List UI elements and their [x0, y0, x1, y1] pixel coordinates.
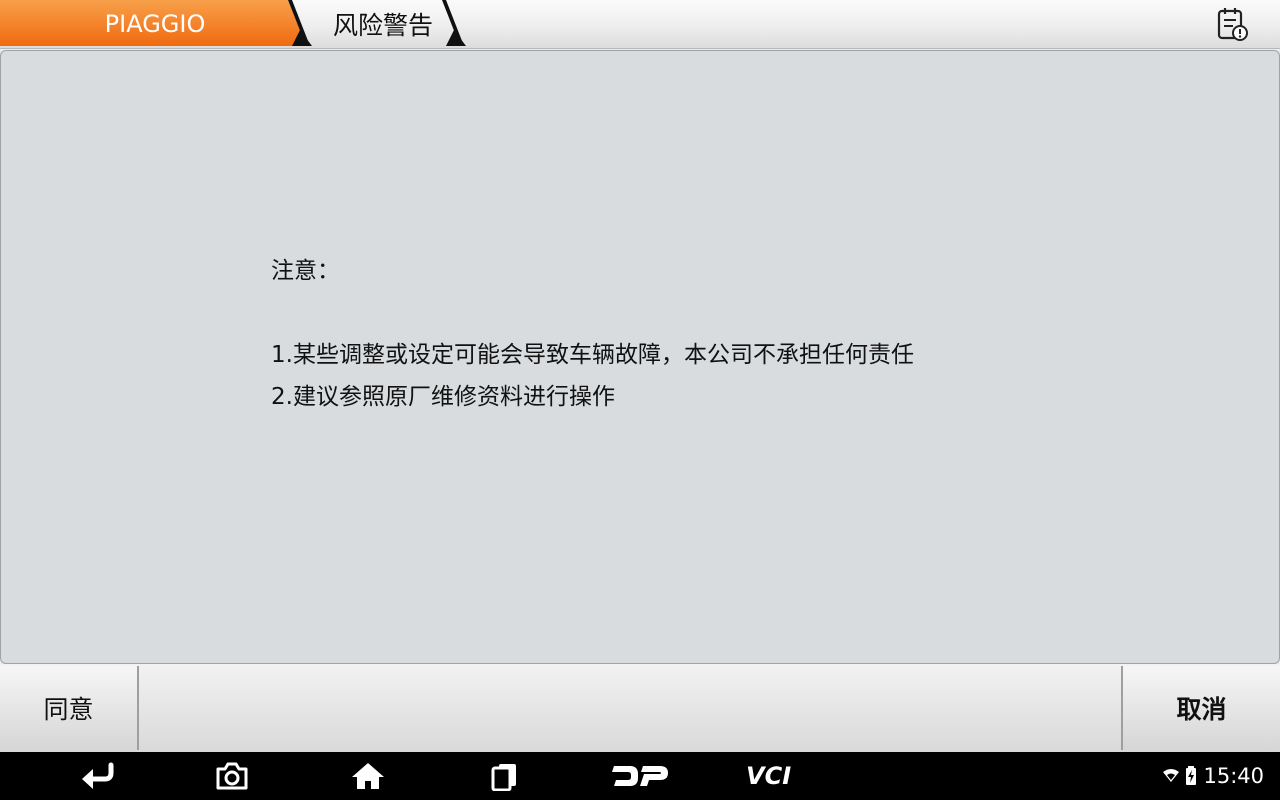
dp-logo-icon — [612, 766, 668, 786]
status-area: 15:40 — [1163, 752, 1264, 800]
wifi-icon — [1163, 769, 1180, 782]
report-warning-icon — [1217, 8, 1248, 41]
back-button[interactable] — [72, 756, 124, 796]
system-nav-bar: VCI 15:40 — [0, 752, 1280, 800]
screenshot-button[interactable] — [208, 756, 256, 796]
brand-label: PIAGGIO — [104, 10, 206, 38]
vci-icon: VCI — [746, 762, 791, 790]
breadcrumb-brand[interactable]: PIAGGIO — [0, 0, 300, 48]
recent-apps-button[interactable] — [480, 756, 528, 796]
notice-heading: 注意： — [271, 258, 340, 284]
page-title: 风险警告 — [332, 11, 433, 40]
warning-message: 注意： 1.某些调整或设定可能会导致车辆故障，本公司不承担任何责任 2.建议参照… — [271, 250, 914, 418]
cancel-button[interactable]: 取消 — [1121, 666, 1280, 750]
vci-button[interactable]: VCI — [742, 756, 810, 796]
notice-line-2: 2.建议参照原厂维修资料进行操作 — [271, 384, 615, 410]
battery-charging-icon — [1186, 766, 1197, 785]
camera-icon — [216, 762, 248, 790]
home-icon — [352, 763, 384, 789]
top-bar: PIAGGIO 风险警告 — [0, 0, 1280, 49]
dp-button[interactable] — [608, 756, 672, 796]
breadcrumb-current-page: 风险警告 — [318, 0, 448, 48]
notice-line-1: 1.某些调整或设定可能会导致车辆故障，本公司不承担任何责任 — [271, 342, 914, 368]
recent-apps-icon — [491, 764, 516, 791]
clock: 15:40 — [1203, 764, 1264, 788]
action-bar: 同意 取消 — [0, 664, 1280, 752]
agree-button[interactable]: 同意 — [0, 666, 139, 750]
vci-label: VCI — [746, 762, 791, 790]
report-button[interactable] — [1212, 4, 1252, 44]
home-button[interactable] — [344, 756, 392, 796]
back-icon — [82, 762, 114, 789]
